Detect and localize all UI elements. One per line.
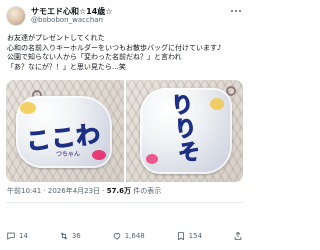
tweet-date[interactable]: 2026年4月23日 xyxy=(48,187,100,195)
like-count: 1,648 xyxy=(124,232,145,240)
divider xyxy=(6,202,243,203)
repost-button[interactable]: 36 xyxy=(59,231,81,241)
decoration-shape xyxy=(209,98,224,110)
decoration-shape xyxy=(92,150,106,160)
tweet-text-line: お友達がプレゼントしてくれた xyxy=(7,34,105,42)
action-bar: 14 36 1,648 154 xyxy=(6,230,243,242)
charm-name-text: りりそ xyxy=(169,91,202,168)
tweet-text-line: 公園で知らない人から「変わった名前だね？」と言われ xyxy=(7,53,182,62)
photo-keychain-left[interactable]: ここわ つちゃん xyxy=(6,80,124,182)
heart-icon xyxy=(113,233,121,240)
photo-keychain-right[interactable]: りりそ xyxy=(125,80,243,182)
author-names: サモエド心和☆14歳☆ @bobobon_wacchan xyxy=(31,7,112,24)
like-button[interactable]: 1,648 xyxy=(112,231,145,241)
acrylic-charm: ここわ つちゃん xyxy=(16,96,112,168)
view-count: 57.6万 xyxy=(106,187,132,195)
bookmark-count: 154 xyxy=(188,232,203,240)
tweet: サモエド心和☆14歳☆ @bobobon_wacchan お友達がプレゼントして… xyxy=(0,0,249,250)
bookmark-icon xyxy=(177,232,184,241)
charm-subtext: つちゃん xyxy=(56,151,81,158)
tweet-text-line: 「あ？なにが？！」と思い見たら…笑 xyxy=(7,63,126,72)
tweet-text-line: 心和の名前入りキーホルダーをいつもお散歩バッグに付けています♪ xyxy=(7,43,222,52)
avatar[interactable] xyxy=(6,6,26,26)
tweet-header: サモエド心和☆14歳☆ @bobobon_wacchan xyxy=(6,4,112,28)
share-icon xyxy=(234,231,242,240)
more-options-icon[interactable] xyxy=(231,8,241,14)
media-grid: ここわ つちゃん りりそ xyxy=(6,80,243,182)
repost-count: 36 xyxy=(71,232,81,240)
user-handle[interactable]: @bobobon_wacchan xyxy=(31,16,112,24)
bookmark-button[interactable]: 154 xyxy=(176,231,202,241)
tweet-text: お友達がプレゼントしてくれた 心和の名前入りキーホルダーをいつもお散歩バッグに付… xyxy=(7,34,245,73)
decoration-shape xyxy=(145,154,158,164)
reply-icon xyxy=(7,232,15,240)
reply-count: 14 xyxy=(19,232,28,240)
tweet-time[interactable]: 午前10:41 xyxy=(7,187,41,195)
decoration-shape xyxy=(20,102,36,114)
share-button[interactable] xyxy=(233,231,243,241)
repost-icon xyxy=(60,232,68,240)
reply-button[interactable]: 14 xyxy=(6,231,28,241)
views-label: 件の表示 xyxy=(133,187,162,195)
tweet-meta: 午前10:41 · 2026年4月23日 · 57.6万 件の表示 xyxy=(7,186,161,196)
acrylic-charm: りりそ xyxy=(139,88,232,174)
